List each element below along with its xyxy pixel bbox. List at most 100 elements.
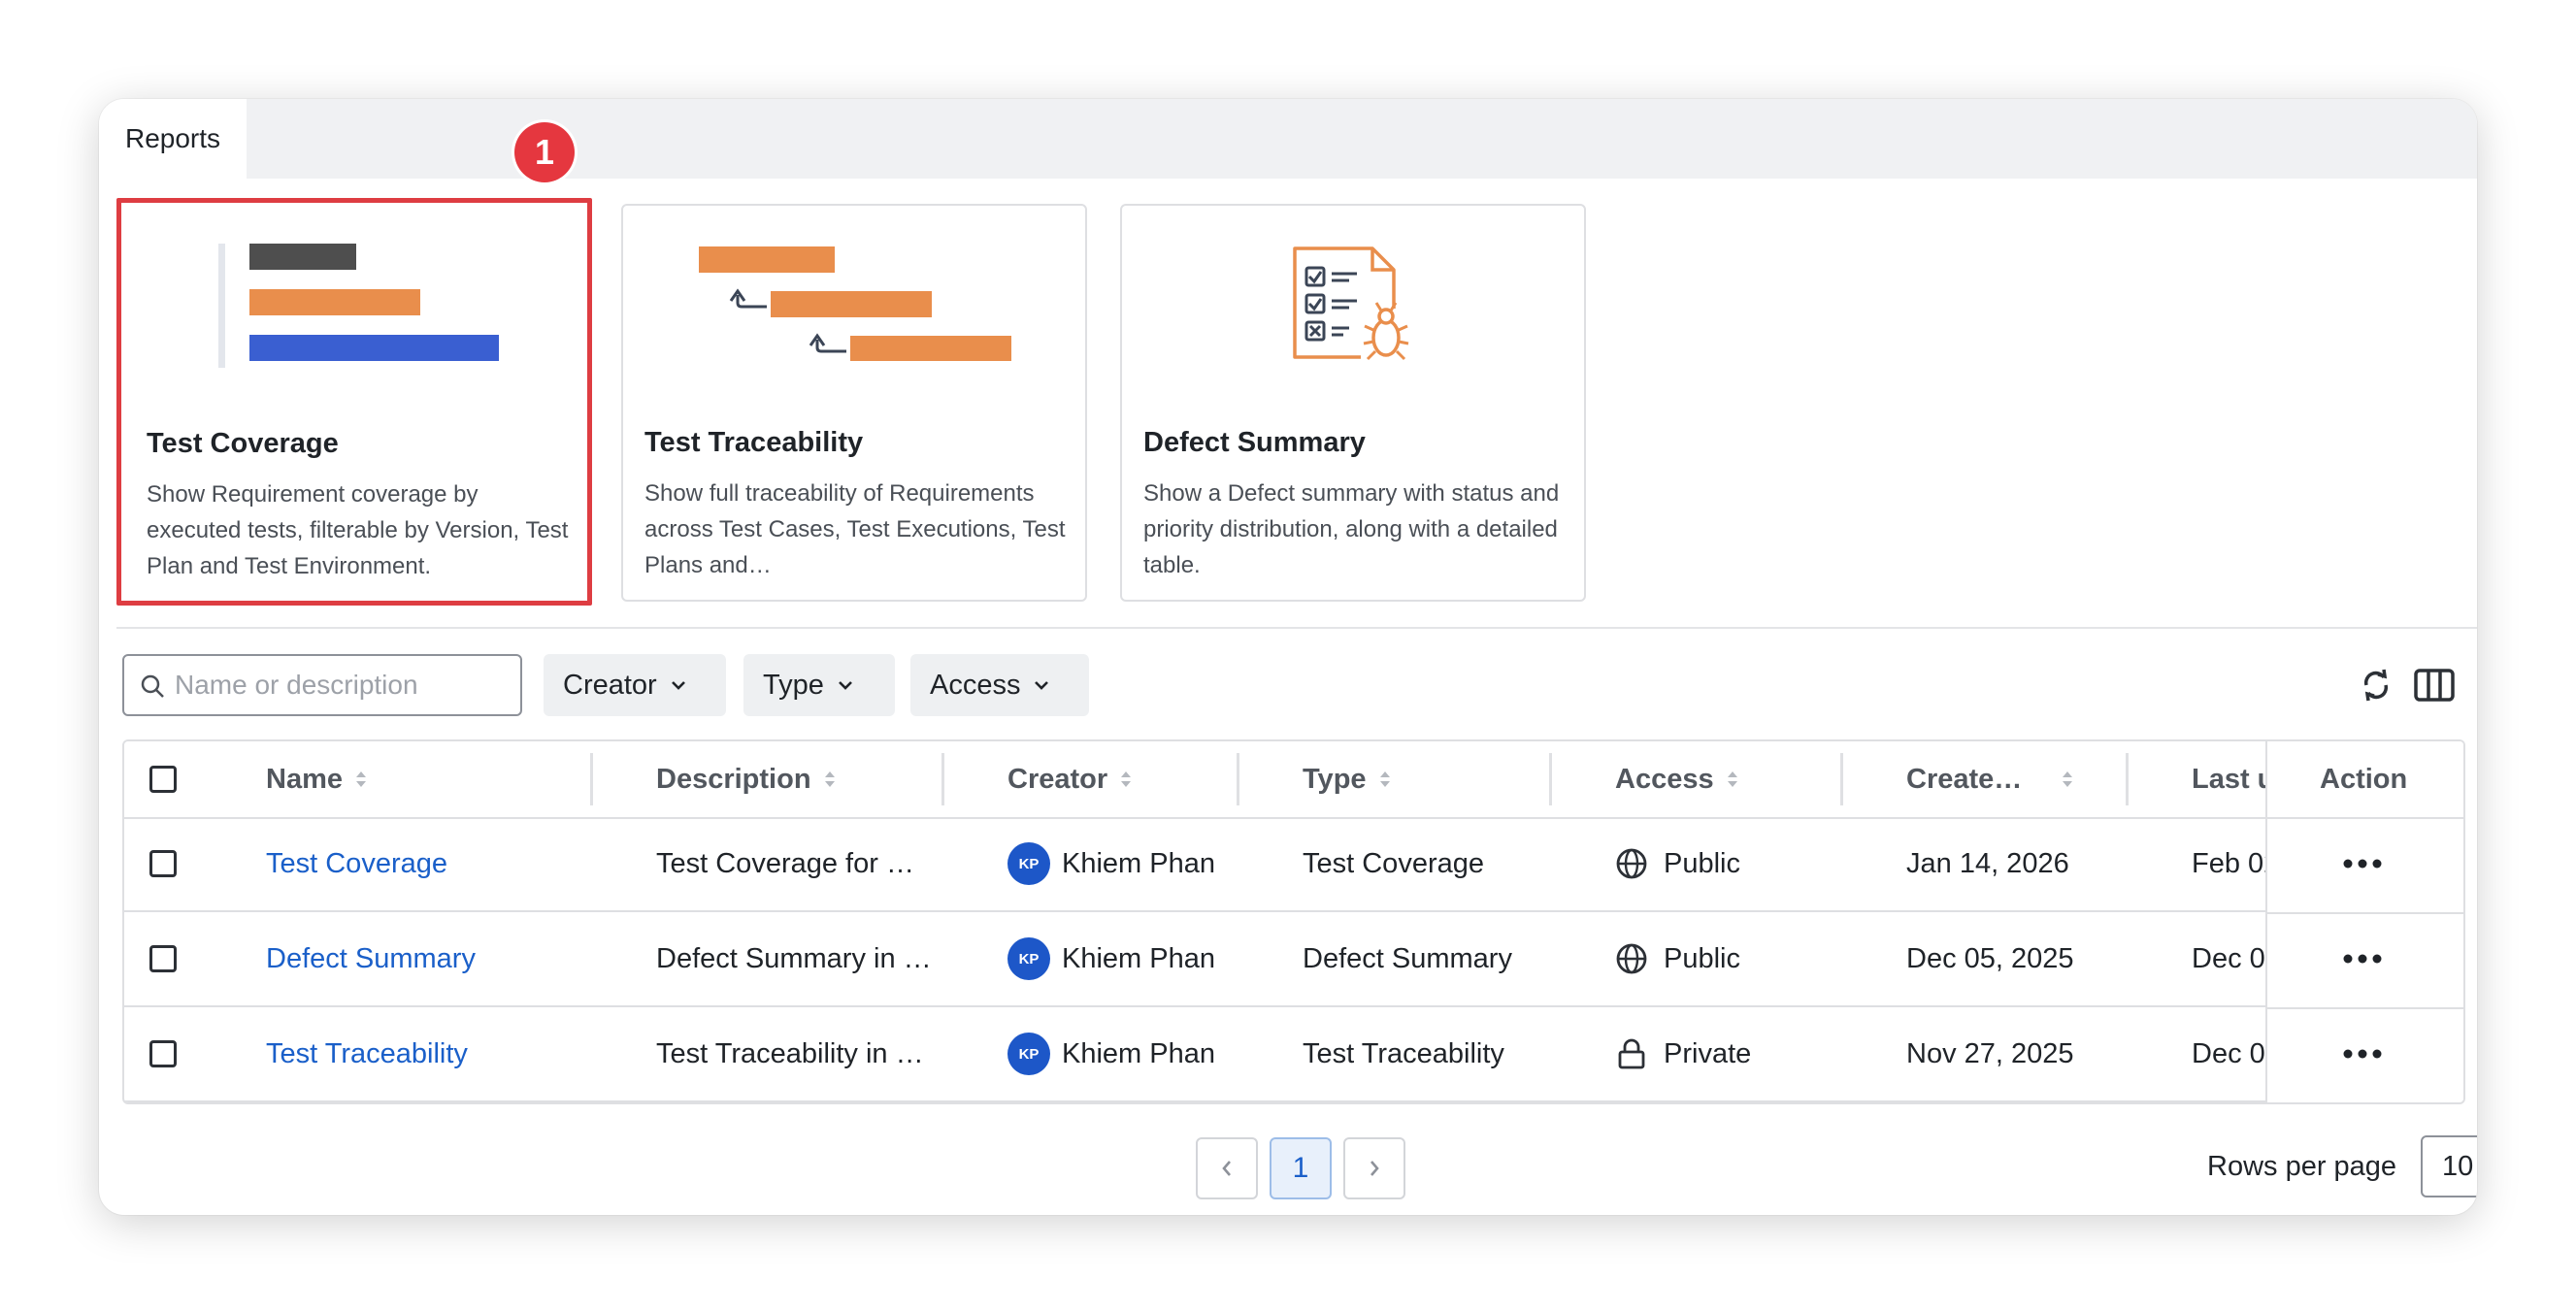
avatar: KP	[1007, 937, 1050, 980]
filter-label: Access	[930, 669, 1021, 701]
more-horizontal-icon	[2343, 954, 2382, 964]
column-header-last-updated[interactable]: Last u	[2192, 741, 2274, 817]
column-header-description[interactable]: Description	[656, 741, 837, 817]
access-filter-button[interactable]: Access	[910, 654, 1089, 716]
globe-icon	[1615, 847, 1648, 880]
report-card-test-coverage[interactable]: Test Coverage Show Requirement coverage …	[116, 198, 592, 606]
report-name-link[interactable]: Defect Summary	[266, 912, 476, 1005]
reports-table: Name Description Creator Type Access Cre…	[122, 739, 2465, 1104]
sort-icon	[1379, 771, 1390, 787]
report-type: Test Traceability	[1303, 1037, 1504, 1069]
column-header-access[interactable]: Access	[1615, 741, 1739, 817]
access-cell: Public	[1615, 912, 1740, 1005]
select-all-checkbox[interactable]	[149, 741, 177, 817]
rows-per-page-select[interactable]: 10	[2421, 1135, 2477, 1197]
search-icon	[141, 674, 164, 698]
column-label: Description	[656, 763, 811, 795]
column-label: Type	[1303, 763, 1367, 795]
columns-icon	[2414, 669, 2455, 702]
column-resizer[interactable]	[1840, 753, 1843, 805]
chevron-down-icon	[1035, 681, 1049, 690]
column-label: Create…	[1906, 763, 2023, 795]
row-checkbox[interactable]	[149, 945, 177, 972]
creator-name: Khiem Phan	[1062, 847, 1215, 879]
row-checkbox[interactable]	[149, 850, 177, 877]
created-date: Jan 14, 2026	[1906, 847, 2069, 879]
report-name-link[interactable]: Test Coverage	[266, 817, 447, 910]
more-horizontal-icon	[2343, 1049, 2382, 1059]
report-description: Defect Summary in …	[656, 942, 932, 974]
card-title: Defect Summary	[1143, 427, 1366, 458]
tab-reports[interactable]: Reports	[99, 99, 247, 179]
access-label: Private	[1664, 1037, 1752, 1069]
created-date: Dec 05, 2025	[1906, 942, 2074, 974]
search-box[interactable]	[122, 654, 522, 716]
refresh-button[interactable]	[2353, 662, 2399, 708]
report-card-test-traceability[interactable]: Test Traceability Show full traceability…	[621, 204, 1087, 602]
report-type: Test Coverage	[1303, 847, 1484, 879]
creator-cell: KP Khiem Phan	[1007, 1007, 1215, 1100]
column-label: Last u	[2192, 763, 2275, 795]
table-header: Name Description Creator Type Access Cre…	[124, 741, 2463, 819]
column-header-type[interactable]: Type	[1303, 741, 1392, 817]
creator-filter-button[interactable]: Creator	[544, 654, 726, 716]
card-description: Show a Defect summary with status and pr…	[1143, 480, 1560, 578]
column-resizer[interactable]	[1549, 753, 1552, 805]
column-header-created[interactable]: Create…	[1906, 741, 2074, 817]
row-actions-button[interactable]	[2343, 1007, 2382, 1100]
avatar: KP	[1007, 1033, 1050, 1075]
card-description: Show Requirement coverage by executed te…	[147, 481, 569, 579]
reports-panel: Reports 1 Test Coverage Show Requirement…	[99, 99, 2477, 1215]
report-description: Test Coverage for …	[656, 847, 914, 879]
tab-bar: Reports	[99, 99, 2477, 179]
column-label: Name	[266, 763, 343, 795]
refresh-icon	[2363, 669, 2389, 702]
column-resizer[interactable]	[590, 753, 593, 805]
next-page-button[interactable]	[1343, 1137, 1405, 1199]
access-label: Public	[1664, 942, 1740, 974]
avatar: KP	[1007, 842, 1050, 885]
action-column: Action	[2265, 741, 2463, 1102]
column-label: Access	[1615, 763, 1714, 795]
creator-name: Khiem Phan	[1062, 942, 1215, 974]
table-row[interactable]: Test Traceability Test Traceability in ……	[124, 1007, 2463, 1102]
sort-icon	[356, 771, 366, 787]
step-badge: 1	[514, 122, 575, 182]
column-header-creator[interactable]: Creator	[1007, 741, 1133, 817]
report-name-link[interactable]: Test Traceability	[266, 1007, 468, 1100]
row-checkbox[interactable]	[149, 1040, 177, 1067]
sort-icon	[1727, 771, 1737, 787]
access-cell: Public	[1615, 817, 1740, 910]
report-description: Test Traceability in …	[656, 1037, 924, 1069]
table-row[interactable]: Test Coverage Test Coverage for … KP Khi…	[124, 817, 2463, 912]
column-resizer[interactable]	[941, 753, 944, 805]
search-input[interactable]	[175, 656, 505, 714]
sort-icon	[2063, 771, 2073, 787]
page-button-current[interactable]: 1	[1270, 1137, 1332, 1199]
column-label: Creator	[1007, 763, 1108, 795]
coverage-chart-icon	[218, 244, 499, 368]
row-actions-button[interactable]	[2343, 912, 2382, 1005]
creator-cell: KP Khiem Phan	[1007, 817, 1215, 910]
chevron-left-icon	[1222, 1161, 1231, 1176]
chevron-down-icon	[838, 681, 852, 690]
previous-page-button[interactable]	[1196, 1137, 1258, 1199]
column-resizer[interactable]	[2126, 753, 2129, 805]
globe-icon	[1615, 942, 1648, 975]
table-row[interactable]: Defect Summary Defect Summary in … KP Kh…	[124, 912, 2463, 1007]
column-header-name[interactable]: Name	[266, 741, 368, 817]
column-resizer[interactable]	[1237, 753, 1239, 805]
rows-per-page-label: Rows per page	[2207, 1151, 2397, 1182]
type-filter-button[interactable]: Type	[743, 654, 895, 716]
card-description: Show full traceability of Requirements a…	[644, 480, 1066, 578]
report-type: Defect Summary	[1303, 942, 1512, 974]
rows-per-page-value: 10	[2442, 1150, 2474, 1182]
report-card-defect-summary[interactable]: Defect Summary Show a Defect summary wit…	[1120, 204, 1586, 602]
filter-label: Type	[763, 669, 824, 701]
creator-name: Khiem Phan	[1062, 1037, 1215, 1069]
card-title: Test Coverage	[147, 428, 339, 459]
columns-button[interactable]	[2411, 662, 2458, 708]
column-header-action: Action	[2320, 741, 2407, 817]
column-label: Action	[2320, 763, 2408, 795]
row-actions-button[interactable]	[2343, 817, 2382, 910]
